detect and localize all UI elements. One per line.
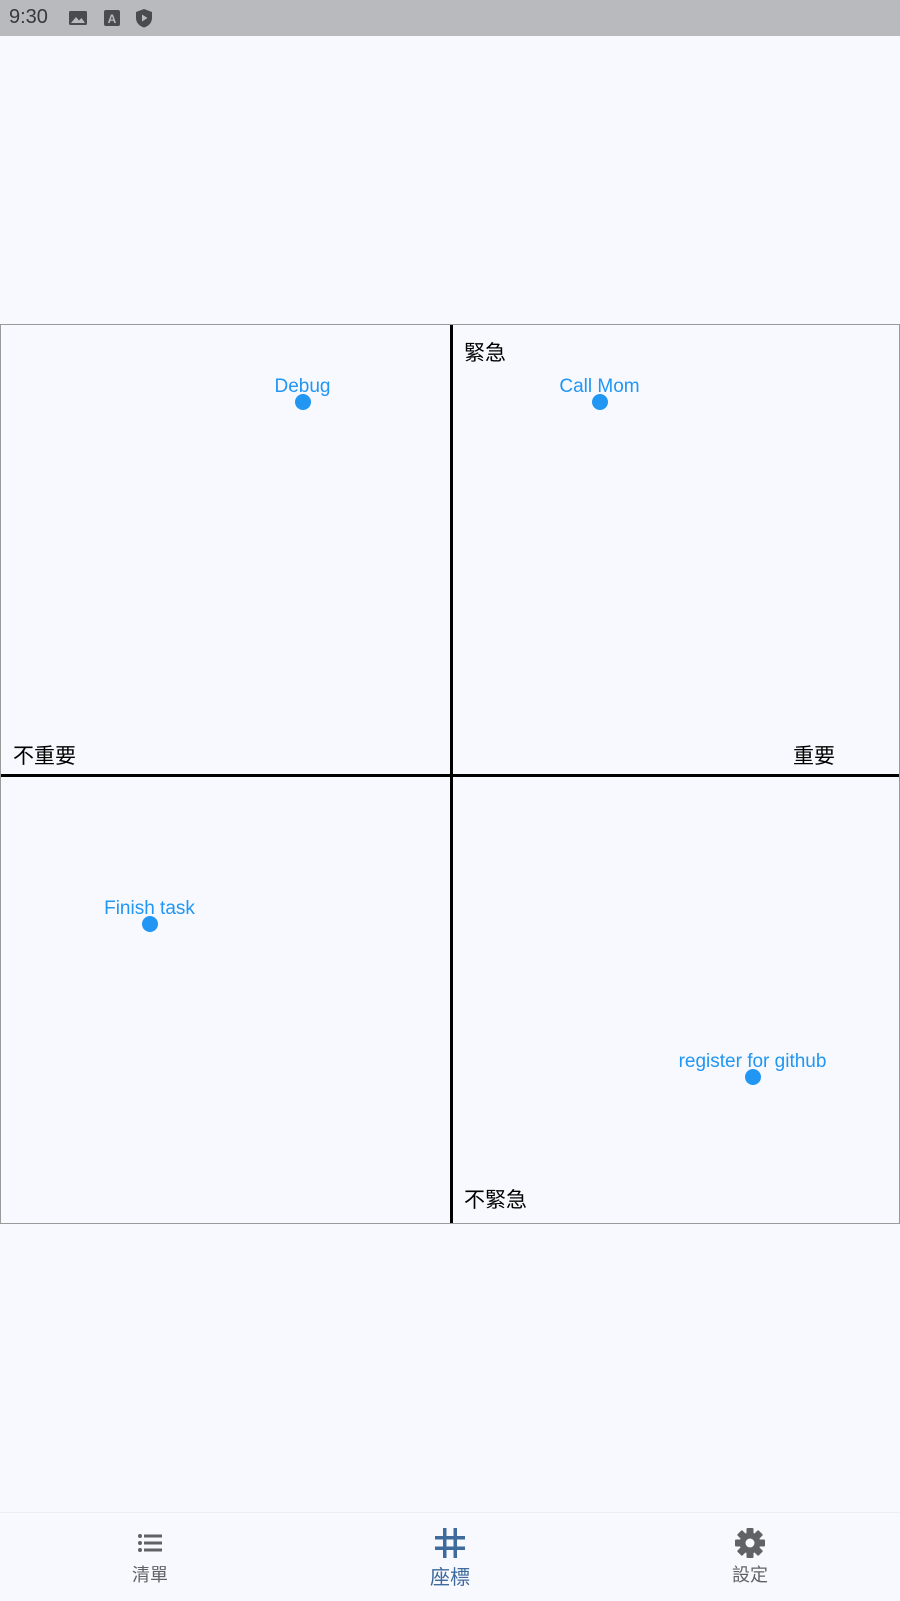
nav-item-grid[interactable]: 座標 — [300, 1513, 600, 1601]
urgent-label: 緊急 — [464, 341, 506, 365]
status-time: 9:30 — [9, 6, 48, 28]
nav-label-list: 清單 — [132, 1565, 168, 1586]
grid-icon — [434, 1527, 466, 1559]
task-label: Debug — [274, 375, 331, 397]
task-label: Call Mom — [559, 375, 640, 397]
shield-play-icon — [134, 8, 154, 28]
task-label: register for github — [678, 1050, 827, 1072]
svg-text:A: A — [108, 12, 117, 26]
task-label: Finish task — [104, 897, 195, 919]
status-bar: 9:30 A — [0, 0, 900, 36]
importance-axis — [1, 773, 899, 777]
important-label: 重要 — [793, 744, 835, 768]
text-icon: A — [102, 8, 122, 28]
not-important-label: 不重要 — [13, 744, 76, 768]
image-icon — [68, 8, 88, 28]
priority-matrix[interactable]: 緊急 不緊急 不重要 重要 Debug Call Mom Finish task… — [0, 324, 900, 1224]
nav-item-settings[interactable]: 設定 — [600, 1513, 900, 1601]
not-urgent-label: 不緊急 — [464, 1188, 527, 1212]
nav-label-settings: 設定 — [732, 1565, 768, 1586]
list-icon — [134, 1527, 166, 1559]
nav-label-grid: 座標 — [430, 1565, 470, 1589]
nav-item-list[interactable]: 清單 — [0, 1513, 300, 1601]
bottom-navigation: 清單 座標 設定 — [0, 1512, 900, 1600]
gear-icon — [734, 1527, 766, 1559]
